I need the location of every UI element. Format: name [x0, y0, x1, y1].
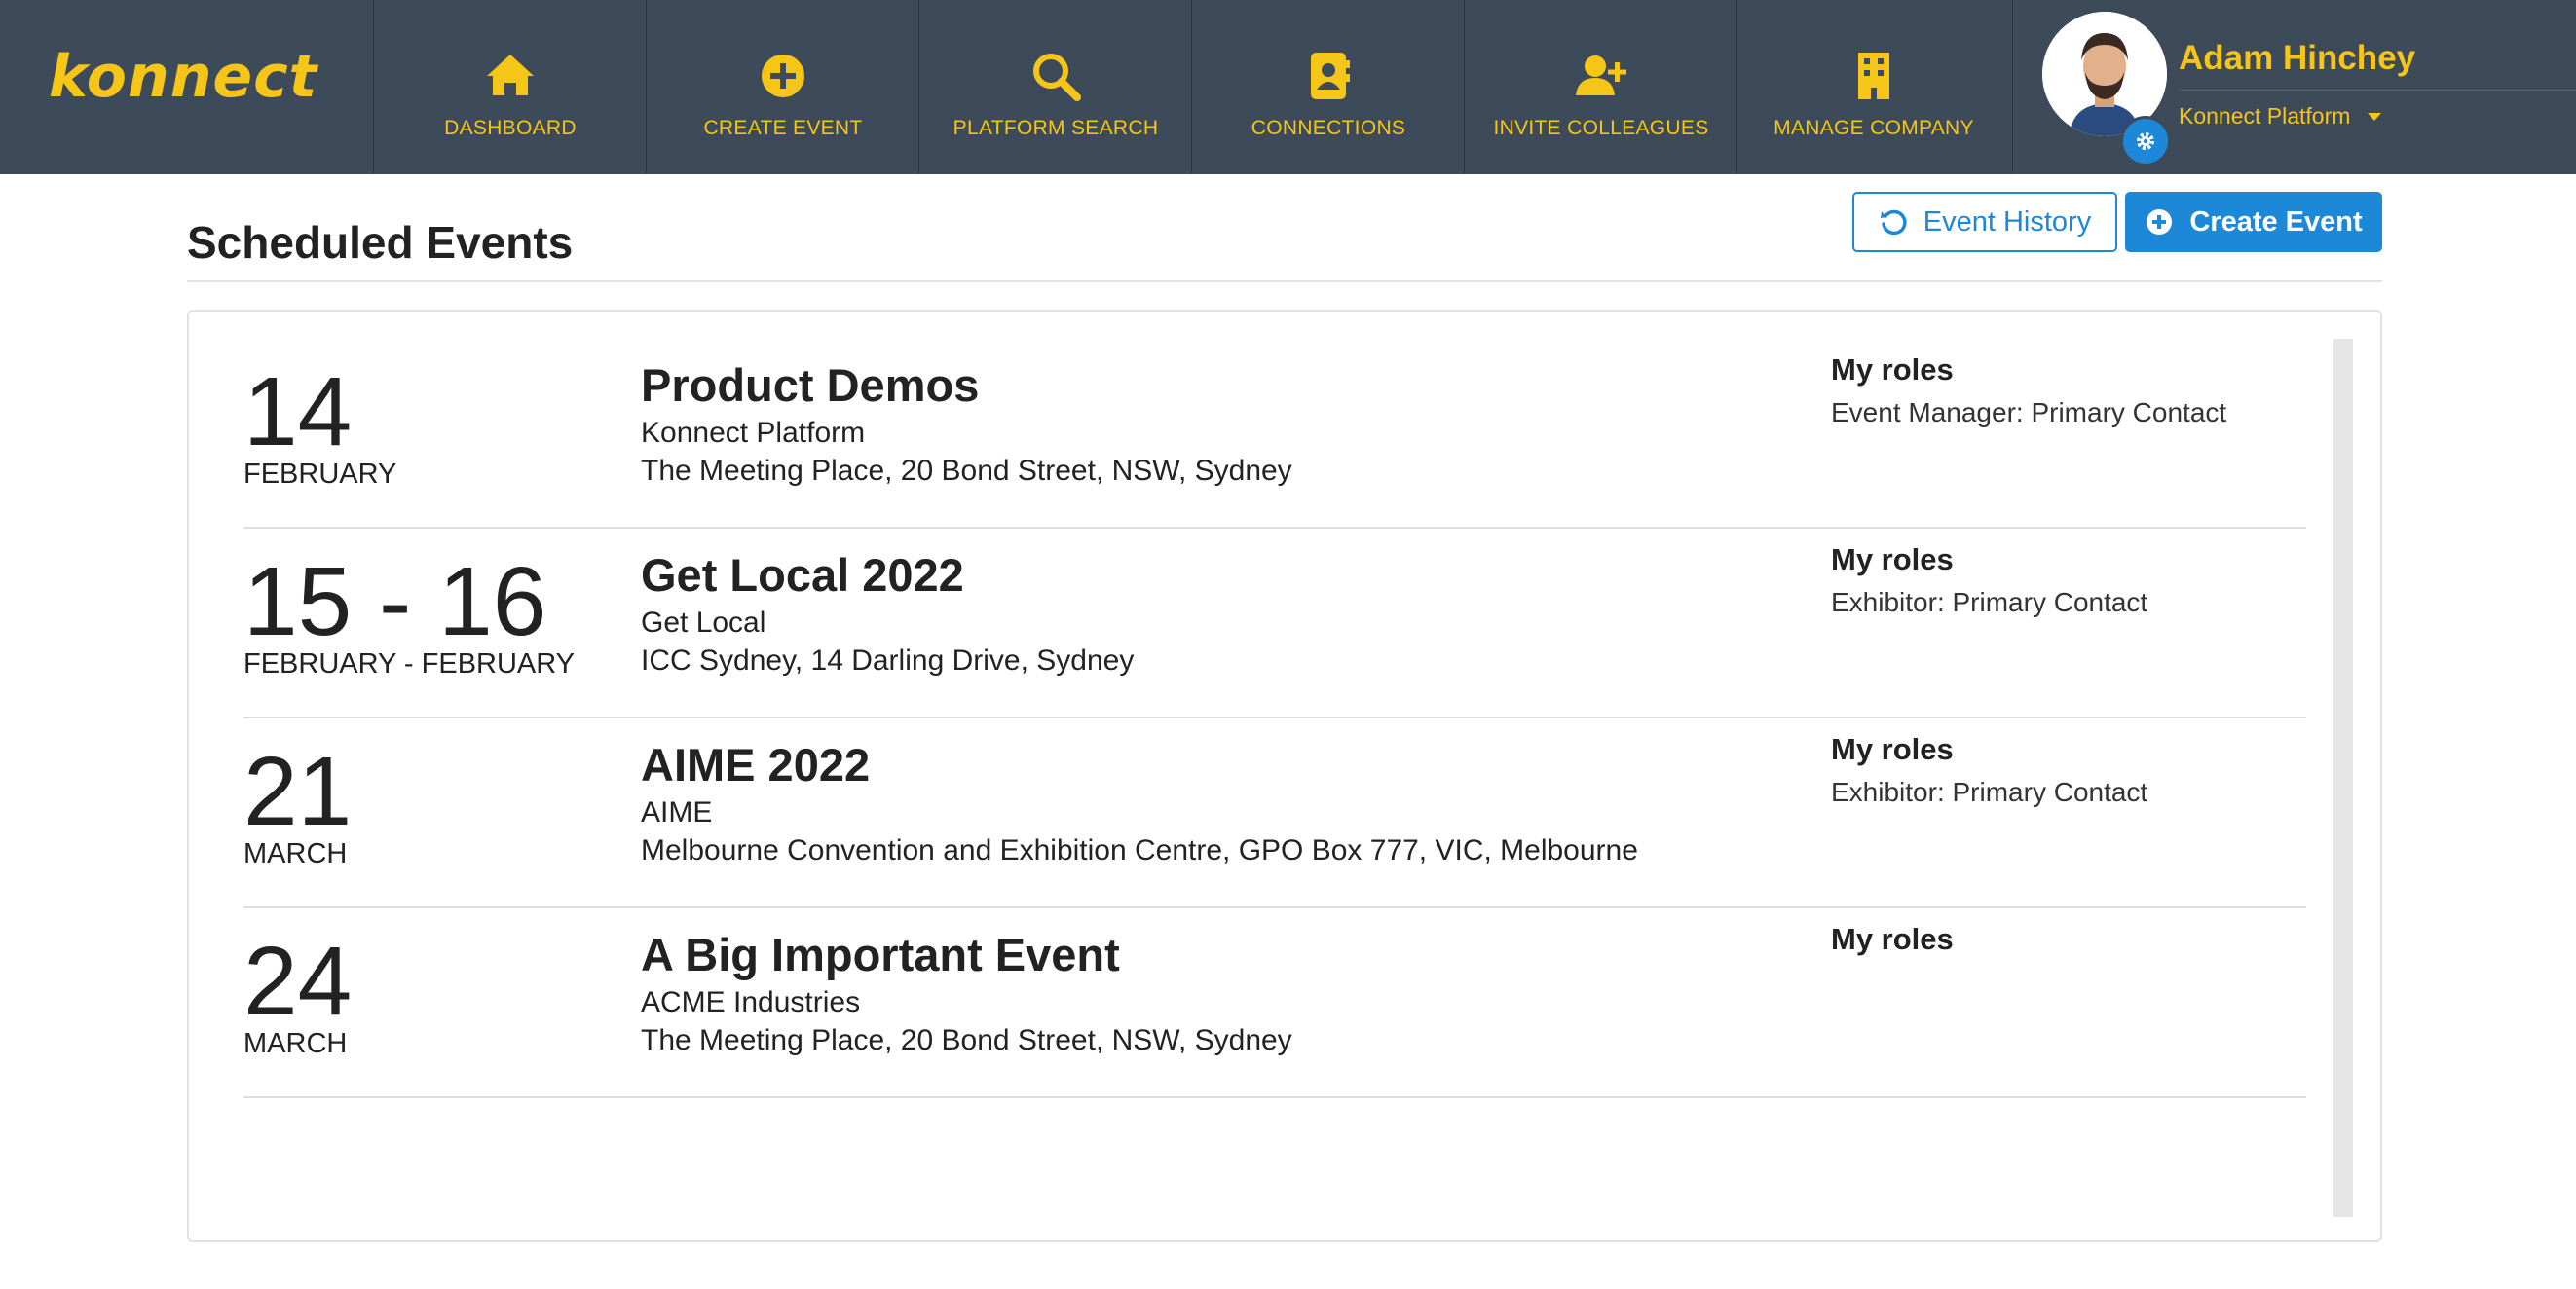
event-organiser: ACME Industries [641, 986, 861, 1018]
plus-circle-icon [2147, 209, 2173, 235]
roles-heading: My roles [1831, 542, 1954, 576]
event-address: The Meeting Place, 20 Bond Street, NSW, … [641, 455, 1292, 487]
event-date: 15 - 16 [243, 547, 547, 656]
event-address: Melbourne Convention and Exhibition Cent… [641, 834, 1638, 866]
event-row[interactable]: 15 - 16 FEBRUARY - FEBRUARY Get Local 20… [243, 527, 2306, 718]
event-date: 21 [243, 737, 353, 846]
nav-label: MANAGE COMPANY [1773, 117, 1974, 139]
roles-text: Exhibitor: Primary Contact [1831, 587, 2148, 617]
nav-item-create-event[interactable]: CREATE EVENT [646, 0, 919, 174]
building-icon [1858, 53, 1889, 99]
event-month: FEBRUARY - FEBRUARY [243, 648, 576, 680]
nav-label: CREATE EVENT [703, 117, 863, 139]
roles-heading: My roles [1831, 352, 1954, 387]
create-event-button[interactable]: Create Event [2125, 192, 2382, 252]
history-icon [1880, 209, 1907, 236]
event-organiser: Konnect Platform [641, 417, 866, 449]
event-name[interactable]: AIME 2022 [641, 738, 870, 792]
company-switcher[interactable]: Konnect Platform [2179, 103, 2382, 129]
user-name[interactable]: Adam Hinchey [2179, 39, 2415, 78]
nav-item-platform-search[interactable]: PLATFORM SEARCH [918, 0, 1192, 174]
event-address: ICC Sydney, 14 Darling Drive, Sydney [641, 644, 1135, 677]
create-event-label: Create Event [2189, 205, 2363, 238]
home-icon [487, 55, 534, 95]
scrollbar[interactable] [2333, 339, 2353, 1217]
event-month: FEBRUARY [243, 459, 397, 490]
address-book-icon [1311, 53, 1350, 99]
plus-circle-icon [762, 55, 804, 97]
event-month: MARCH [243, 1028, 348, 1059]
gear-icon [2137, 132, 2154, 150]
user-plus-icon [1576, 55, 1626, 95]
event-history-label: Event History [1923, 205, 2092, 238]
event-address: The Meeting Place, 20 Bond Street, NSW, … [641, 1024, 1292, 1056]
roles-text: Event Manager: Primary Contact [1831, 397, 2227, 427]
user-menu: Adam Hinchey Konnect Platform [2012, 0, 2576, 174]
event-organiser: Get Local [641, 607, 766, 639]
event-name[interactable]: A Big Important Event [641, 928, 1120, 981]
roles-text: Exhibitor: Primary Contact [1831, 777, 2148, 807]
nav-item-dashboard[interactable]: DASHBOARD [373, 0, 647, 174]
event-name[interactable]: Product Demos [641, 358, 979, 412]
nav-label: INVITE COLLEAGUES [1493, 117, 1709, 139]
event-date: 14 [243, 357, 353, 466]
event-row[interactable]: 21 MARCH AIME 2022 AIME Melbourne Conven… [243, 717, 2306, 908]
nav-item-manage-company[interactable]: MANAGE COMPANY [1736, 0, 2010, 174]
nav-item-connections[interactable]: CONNECTIONS [1191, 0, 1465, 174]
company-name: Konnect Platform [2179, 103, 2351, 129]
roles-heading: My roles [1831, 732, 1954, 766]
event-month: MARCH [243, 838, 348, 869]
event-row[interactable]: 14 FEBRUARY Product Demos Konnect Platfo… [243, 337, 2306, 529]
title-divider [187, 280, 2382, 282]
settings-gear-button[interactable] [2120, 116, 2171, 166]
event-date: 24 [243, 927, 353, 1036]
user-divider [2179, 90, 2576, 91]
top-navigation-bar: konnect DASHBOARD CREATE EVENT PLATFORM … [0, 0, 2576, 174]
event-name[interactable]: Get Local 2022 [641, 548, 964, 602]
chevron-down-icon [2368, 112, 2382, 121]
page-title: Scheduled Events [187, 217, 574, 268]
konnect-logo[interactable]: konnect [49, 43, 317, 111]
nav-label: PLATFORM SEARCH [952, 117, 1159, 139]
roles-heading: My roles [1831, 922, 1954, 956]
nav-label: DASHBOARD [444, 117, 577, 139]
nav-item-invite-colleagues[interactable]: INVITE COLLEAGUES [1464, 0, 1737, 174]
event-row[interactable]: 24 MARCH A Big Important Event ACME Indu… [243, 906, 2306, 1098]
search-icon [1033, 54, 1081, 101]
event-history-button[interactable]: Event History [1852, 192, 2117, 252]
event-organiser: AIME [641, 796, 713, 829]
nav-label: CONNECTIONS [1251, 117, 1406, 139]
